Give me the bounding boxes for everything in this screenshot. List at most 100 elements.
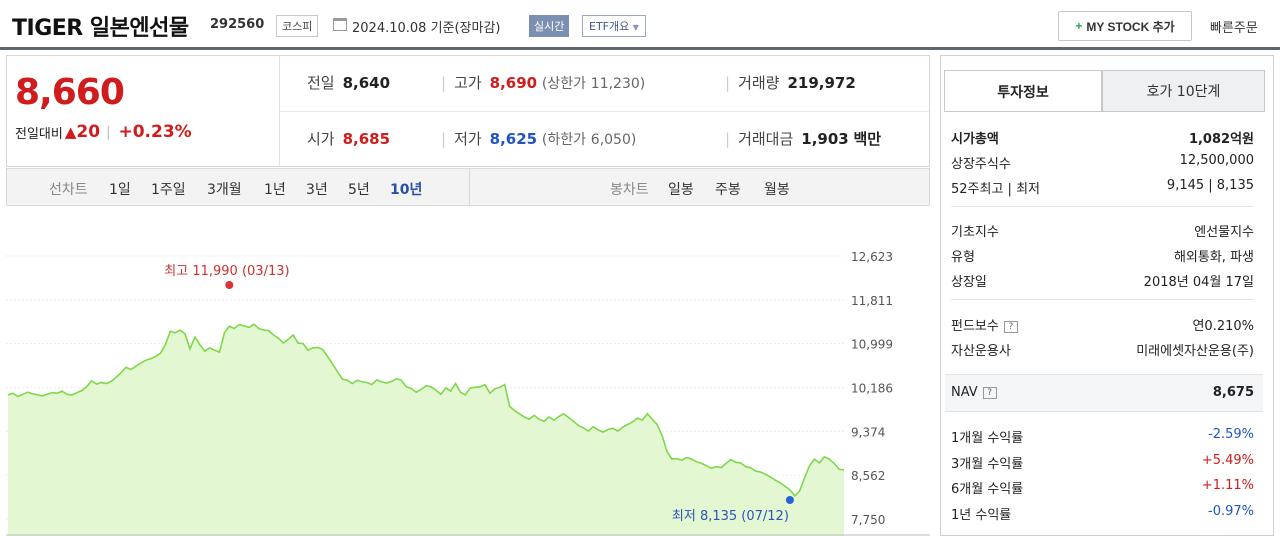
y-tick-label: 8,562 xyxy=(851,469,885,483)
min-marker xyxy=(785,496,794,504)
tab-candle-weekly[interactable]: 주봉 xyxy=(715,179,741,199)
upper-limit-label: (상한가 xyxy=(541,76,587,92)
stat-value: 8,625 xyxy=(489,130,538,148)
info-row-52w: 52주최고 | 최저 9,145 | 8,135 xyxy=(951,178,1254,197)
divider xyxy=(469,169,470,205)
lower-limit-value: 6,050) xyxy=(590,132,637,148)
quick-order-link[interactable]: 빠른주문 xyxy=(1210,17,1258,36)
info-label: 상장주식수 xyxy=(951,157,1011,172)
tab-period-10y[interactable]: 10년 xyxy=(390,179,422,199)
info-row-mktcap: 시가총액 1,082억원 xyxy=(951,128,1254,147)
info-row-index: 기초지수 엔선물지수 xyxy=(951,221,1254,240)
tab-period-3y[interactable]: 3년 xyxy=(306,179,328,199)
candle-chart-label: 봉차트 xyxy=(610,182,649,198)
help-icon[interactable]: ? xyxy=(982,387,997,399)
plus-icon: + xyxy=(1075,19,1083,33)
info-row-return-1y: 1년 수익률 -0.97% xyxy=(951,504,1254,523)
tab-period-1w[interactable]: 1주일 xyxy=(151,179,186,199)
y-tick-label: 11,811 xyxy=(851,294,893,308)
info-value: 9,145 | 8,135 xyxy=(1166,178,1254,193)
divider xyxy=(951,206,1254,207)
stat-value: 8,690 xyxy=(489,74,538,92)
add-my-stock-button[interactable]: + MY STOCK 추가 xyxy=(1058,11,1192,41)
tab-candle-daily[interactable]: 일봉 xyxy=(668,179,694,199)
info-row-manager: 자산운용사 미래에셋자산운용(주) xyxy=(951,340,1254,359)
invest-info-panel: 투자정보 호가 10단계 시가총액 1,082억원 상장주식수 12,500,000… xyxy=(940,55,1274,536)
tab-period-5y[interactable]: 5년 xyxy=(348,179,370,199)
upper-limit-value: 11,230) xyxy=(590,76,646,92)
change-label: 전일대비 xyxy=(15,126,63,142)
info-label: 3개월 수익률 xyxy=(951,457,1024,472)
max-label: 최고 11,990 (03/13) xyxy=(164,264,289,279)
lower-limit-label: (하한가 xyxy=(541,132,587,148)
y-tick-label: 10,186 xyxy=(851,382,893,396)
tab-period-1d[interactable]: 1일 xyxy=(109,179,131,199)
current-price: 8,660 xyxy=(15,72,125,113)
info-value: -2.59% xyxy=(1208,427,1254,442)
tab-period-1y[interactable]: 1년 xyxy=(264,179,286,199)
page-title: TIGER 일본엔선물 xyxy=(12,16,189,41)
tab-candle-monthly[interactable]: 월봉 xyxy=(764,179,790,199)
divider xyxy=(951,299,1254,300)
change-line: 전일대비 ▲ 20 | +0.23% xyxy=(15,122,192,142)
change-percent: +0.23% xyxy=(118,122,192,142)
y-tick-label: 12,623 xyxy=(851,250,893,264)
info-value: 엔선물지수 xyxy=(1194,225,1254,240)
tab-period-3m[interactable]: 3개월 xyxy=(207,179,242,199)
stat-label: 전일 xyxy=(307,74,335,92)
stat-unit: 백만 xyxy=(853,130,882,148)
price-summary: 8,660 전일대비 ▲ 20 | +0.23% 전일 8,640 | 고가 8,69… xyxy=(6,55,930,167)
info-label: 자산운용사 xyxy=(951,344,1011,359)
divider: | xyxy=(106,124,111,140)
info-label: 6개월 수익률 xyxy=(951,482,1024,497)
etf-overview-label: ETF개요 xyxy=(589,20,630,33)
line-chart-label: 선차트 xyxy=(49,182,88,198)
y-tick-label: 10,999 xyxy=(851,338,893,352)
price-chart[interactable]: 12,623 11,811 10,999 10,186 9,374 8,562 7,750 최… xyxy=(6,207,930,536)
divider xyxy=(944,111,1265,112)
header: TIGER 일본엔선물 292560 코스피 2024.10.08 기준(장마감… xyxy=(0,0,1280,50)
calendar-icon xyxy=(333,18,347,31)
info-row-return-6m: 6개월 수익률 +1.11% xyxy=(951,478,1254,497)
info-value: +1.11% xyxy=(1201,478,1254,493)
info-value: 1,082억원 xyxy=(1188,132,1254,147)
info-row-type: 유형 해외통화, 파생 xyxy=(951,246,1254,265)
info-label: 1년 수익률 xyxy=(951,508,1012,523)
price-area xyxy=(8,324,844,536)
info-label: 유형 xyxy=(951,250,975,265)
info-label: 기초지수 xyxy=(951,225,999,240)
info-value: -0.97% xyxy=(1208,504,1254,519)
info-label: 펀드보수 xyxy=(951,319,999,334)
info-label: NAV xyxy=(951,385,978,400)
stock-code: 292560 xyxy=(210,17,265,32)
stat-value: 8,685 xyxy=(342,130,391,148)
stat-value: 219,972 xyxy=(787,74,856,92)
info-label: 시가총액 xyxy=(951,132,999,147)
stat-volume: | 거래량 219,972 xyxy=(725,72,856,93)
etf-overview-dropdown[interactable]: ETF개요 ▼ xyxy=(582,15,646,37)
live-badge[interactable]: 실시간 xyxy=(529,15,570,37)
stat-label: 고가 xyxy=(454,74,482,92)
tab-invest-info[interactable]: 투자정보 xyxy=(944,70,1102,112)
divider: | xyxy=(725,130,731,148)
divider: | xyxy=(441,74,447,92)
info-row-fee: 펀드보수? 연0.210% xyxy=(951,315,1254,334)
info-value: 12,500,000 xyxy=(1179,153,1254,168)
y-tick-label: 9,374 xyxy=(851,425,885,439)
change-value: 20 xyxy=(76,122,101,142)
info-value: 연0.210% xyxy=(1192,319,1254,334)
add-my-stock-label: MY STOCK 추가 xyxy=(1086,19,1175,34)
help-icon[interactable]: ? xyxy=(1003,321,1018,333)
price-chart-svg: 12,623 11,811 10,999 10,186 9,374 8,562 7,750 최… xyxy=(6,250,930,536)
triangle-up-icon: ▲ xyxy=(64,123,77,141)
tab-hoga-10[interactable]: 호가 10단계 xyxy=(1102,70,1265,112)
stat-value: 8,640 xyxy=(342,74,391,92)
info-row-return-1m: 1개월 수익률 -2.59% xyxy=(951,427,1254,446)
info-value: 2018년 04월 17일 xyxy=(1143,275,1254,290)
info-row-shares: 상장주식수 12,500,000 xyxy=(951,153,1254,172)
stat-value: 1,903 xyxy=(801,130,849,148)
divider: | xyxy=(441,130,447,148)
chevron-down-icon: ▼ xyxy=(632,23,639,32)
stat-label: 시가 xyxy=(307,130,335,148)
divider xyxy=(279,111,929,112)
